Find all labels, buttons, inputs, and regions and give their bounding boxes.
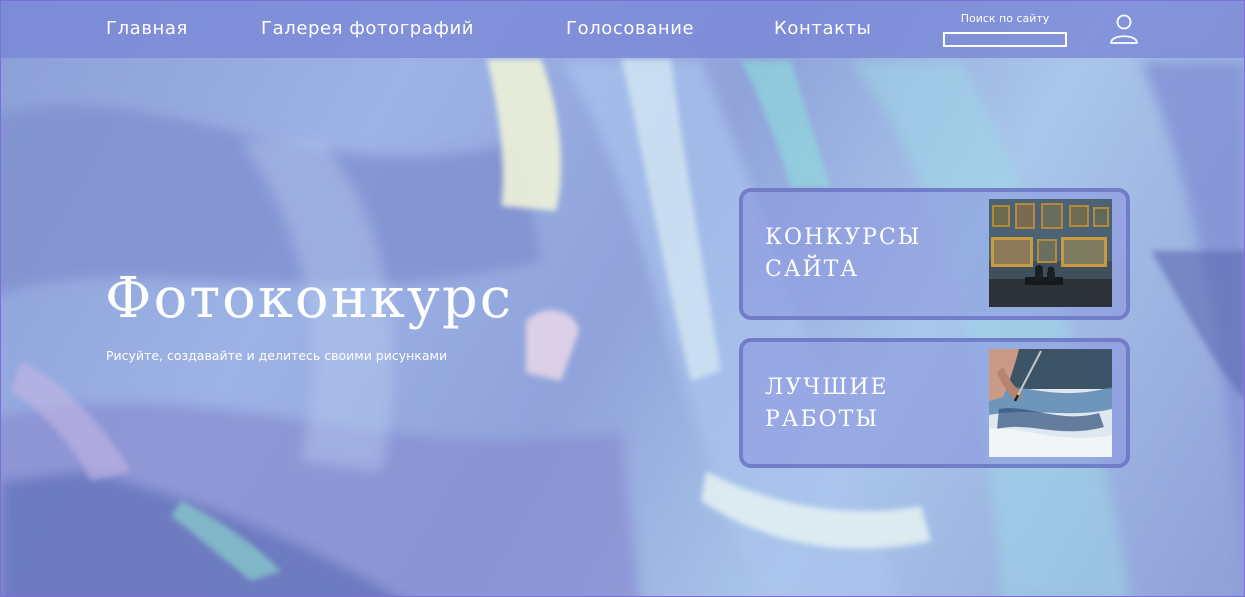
contests-card-line1: КОНКУРСЫ xyxy=(765,225,922,250)
best-works-card-line2: РАБОТЫ xyxy=(765,407,879,432)
page: Главная Галерея фотографий Голосование К… xyxy=(0,0,1245,597)
nav-link-contacts[interactable]: Контакты xyxy=(774,18,871,39)
contests-card-line2: САЙТА xyxy=(765,257,860,282)
user-icon[interactable] xyxy=(1109,13,1139,45)
nav-link-voting[interactable]: Голосование xyxy=(566,18,694,39)
search-input[interactable] xyxy=(943,32,1067,47)
hero-subtitle: Рисуйте, создавайте и делитесь своими ри… xyxy=(106,348,448,363)
top-nav-bar: Главная Галерея фотографий Голосование К… xyxy=(1,1,1244,58)
watercolor-painting-photo xyxy=(989,349,1112,457)
best-works-card[interactable]: ЛУЧШИЕ РАБОТЫ xyxy=(739,338,1130,468)
nav-link-home[interactable]: Главная xyxy=(106,18,188,39)
gallery-hall-photo xyxy=(989,199,1112,307)
search-label: Поиск по сайту xyxy=(960,12,1050,25)
best-works-card-label: ЛУЧШИЕ РАБОТЫ xyxy=(765,372,889,436)
nav-link-gallery[interactable]: Галерея фотографий xyxy=(261,18,474,39)
hero-title: Фотоконкурс xyxy=(105,266,514,331)
contests-card[interactable]: КОНКУРСЫ САЙТА xyxy=(739,188,1130,320)
contests-card-label: КОНКУРСЫ САЙТА xyxy=(765,222,921,286)
best-works-card-line1: ЛУЧШИЕ xyxy=(765,375,889,400)
